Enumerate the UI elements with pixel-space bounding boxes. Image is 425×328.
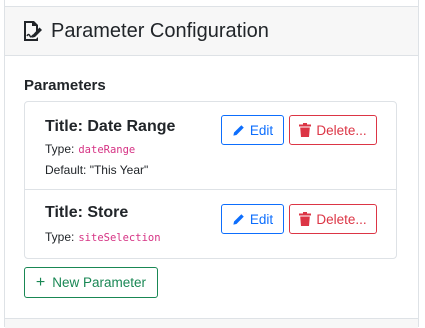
new-parameter-label: New Parameter — [52, 275, 147, 290]
delete-button[interactable]: Delete... — [289, 204, 377, 234]
parameter-title: Title: Date Range — [45, 118, 176, 135]
edit-label: Edit — [249, 122, 274, 138]
parameter-configuration-panel: Parameter Configuration Parameters Title… — [4, 0, 419, 328]
type-value: dateRange — [78, 144, 136, 156]
plus-icon: + — [35, 273, 46, 291]
parameter-default: Default: "This Year" — [45, 163, 149, 177]
parameter-type: Type: siteSelection — [45, 230, 161, 244]
file-signature-icon — [21, 19, 45, 43]
parameter-type: Type: dateRange — [45, 142, 135, 156]
section-title: Parameters — [24, 77, 106, 94]
delete-label: Delete... — [316, 122, 367, 138]
parameter-list: Title: Date Range Type: dateRange Default… — [24, 101, 397, 259]
edit-button[interactable]: Edit — [221, 115, 284, 145]
panel-header: Parameter Configuration — [5, 6, 418, 56]
list-item: Title: Store Type: siteSelection Edit Del… — [25, 190, 396, 258]
new-parameter-button[interactable]: + New Parameter — [24, 267, 158, 298]
delete-label: Delete... — [316, 211, 367, 227]
type-value: siteSelection — [78, 232, 161, 244]
delete-button[interactable]: Delete... — [289, 115, 377, 145]
page-title: Parameter Configuration — [51, 19, 269, 42]
type-label: Type: — [45, 142, 75, 156]
pencil-icon — [233, 213, 244, 225]
edit-button[interactable]: Edit — [221, 204, 284, 234]
type-label: Type: — [45, 230, 75, 244]
pencil-icon — [233, 124, 244, 136]
list-item: Title: Date Range Type: dateRange Default… — [25, 102, 396, 190]
edit-label: Edit — [249, 211, 274, 227]
parameter-title: Title: Store — [45, 204, 129, 221]
trash-icon — [299, 123, 312, 137]
trash-icon — [299, 212, 312, 226]
